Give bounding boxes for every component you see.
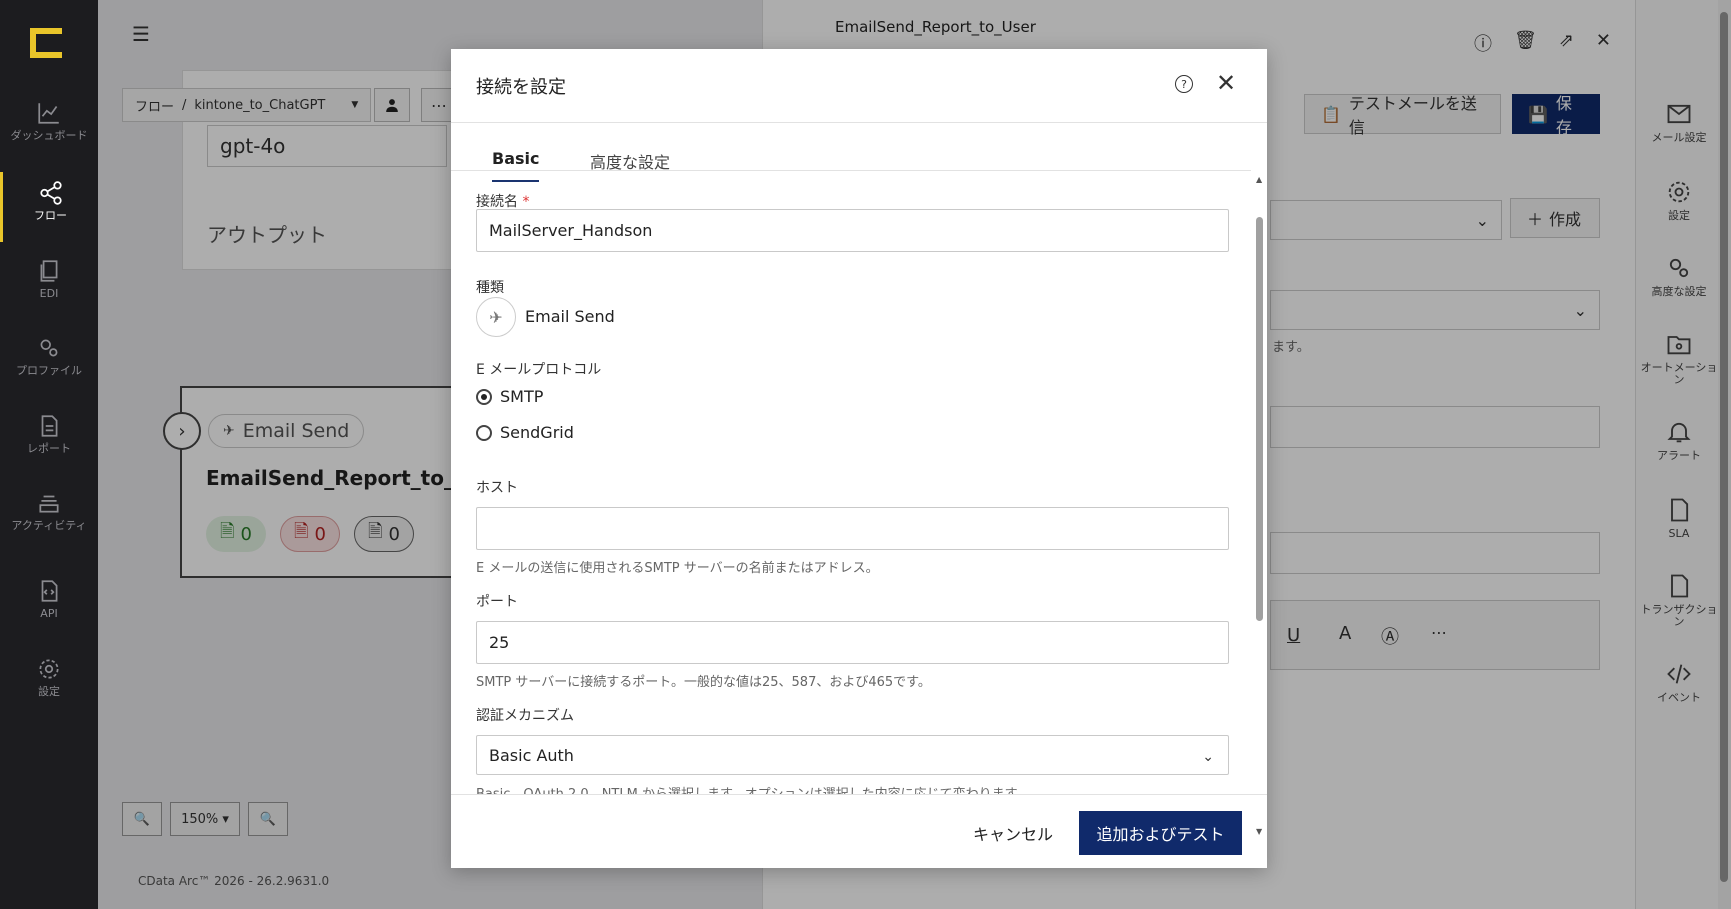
- gears-icon: [40, 339, 58, 357]
- required-mark: *: [522, 194, 530, 210]
- host-input[interactable]: [476, 507, 1229, 550]
- stack-icon: [39, 495, 59, 513]
- app-logo[interactable]: [30, 28, 62, 58]
- auth-select[interactable]: Basic Auth ⌄: [476, 735, 1229, 775]
- sidebar-item-edi[interactable]: EDI: [0, 250, 98, 320]
- modal-body: 接続名 * MailServer_Handson 種類 ✈ Email Send…: [451, 171, 1251, 795]
- radio-sendgrid[interactable]: SendGrid: [476, 423, 574, 442]
- sidebar-item-report[interactable]: レポート: [0, 405, 98, 475]
- scroll-up-icon[interactable]: ▲: [1256, 175, 1262, 184]
- sidebar-item-settings[interactable]: 設定: [0, 648, 98, 718]
- radio-indicator[interactable]: [476, 388, 492, 405]
- connection-name-input[interactable]: MailServer_Handson: [476, 209, 1229, 252]
- host-label: ホスト: [476, 480, 518, 496]
- port-label: ポート: [476, 594, 518, 610]
- scrollbar-thumb[interactable]: [1256, 217, 1263, 621]
- port-input[interactable]: 25: [476, 621, 1229, 664]
- sidebar-item-api[interactable]: API: [0, 570, 98, 640]
- sidebar-item-dashboard[interactable]: ダッシュボード: [0, 92, 98, 162]
- close-icon[interactable]: ✕: [1216, 69, 1236, 97]
- api-icon: [41, 580, 58, 602]
- main-sidebar: ダッシュボード フロー EDI プロファイル レポート アクティビティ API …: [0, 0, 98, 909]
- radio-indicator[interactable]: [476, 424, 492, 441]
- radio-smtp[interactable]: SMTP: [476, 387, 543, 406]
- protocol-label: E メールプロトコル: [476, 362, 602, 378]
- sidebar-item-flow[interactable]: フロー: [0, 172, 98, 242]
- help-icon[interactable]: ?: [1175, 75, 1193, 93]
- chart-line-icon: [38, 103, 59, 124]
- host-help-text: E メールの送信に使用されるSMTP サーバーの名前またはアドレス。: [476, 561, 879, 576]
- connection-settings-modal: 接続を設定 ? ✕ Basic 高度な設定 接続名 * MailServer_H…: [451, 49, 1267, 868]
- sidebar-item-activity[interactable]: アクティビティ: [0, 482, 98, 552]
- modal-footer: キャンセル 追加およびテスト: [451, 794, 1267, 868]
- cancel-button[interactable]: キャンセル: [973, 815, 1053, 851]
- share-nodes-icon: [39, 181, 62, 205]
- connection-name-label: 接続名 *: [476, 194, 530, 210]
- auth-label: 認証メカニズム: [476, 708, 574, 724]
- type-value: Email Send: [525, 307, 615, 326]
- report-icon: [41, 415, 58, 437]
- modal-title: 接続を設定: [476, 77, 566, 98]
- type-label: 種類: [476, 280, 504, 296]
- sidebar-item-profile[interactable]: プロファイル: [0, 327, 98, 397]
- modal-scrollbar[interactable]: ▲ ▼: [1254, 171, 1267, 837]
- port-help-text: SMTP サーバーに接続するポート。一般的な値は25、587、および465です。: [476, 675, 931, 690]
- gear-icon: [39, 659, 59, 679]
- chevron-down-icon: ⌄: [1202, 749, 1214, 765]
- modal-header: 接続を設定 ? ✕: [451, 49, 1267, 123]
- add-and-test-button[interactable]: 追加およびテスト: [1079, 811, 1242, 855]
- paper-plane-icon: ✈: [476, 297, 516, 337]
- documents-icon: [40, 260, 58, 282]
